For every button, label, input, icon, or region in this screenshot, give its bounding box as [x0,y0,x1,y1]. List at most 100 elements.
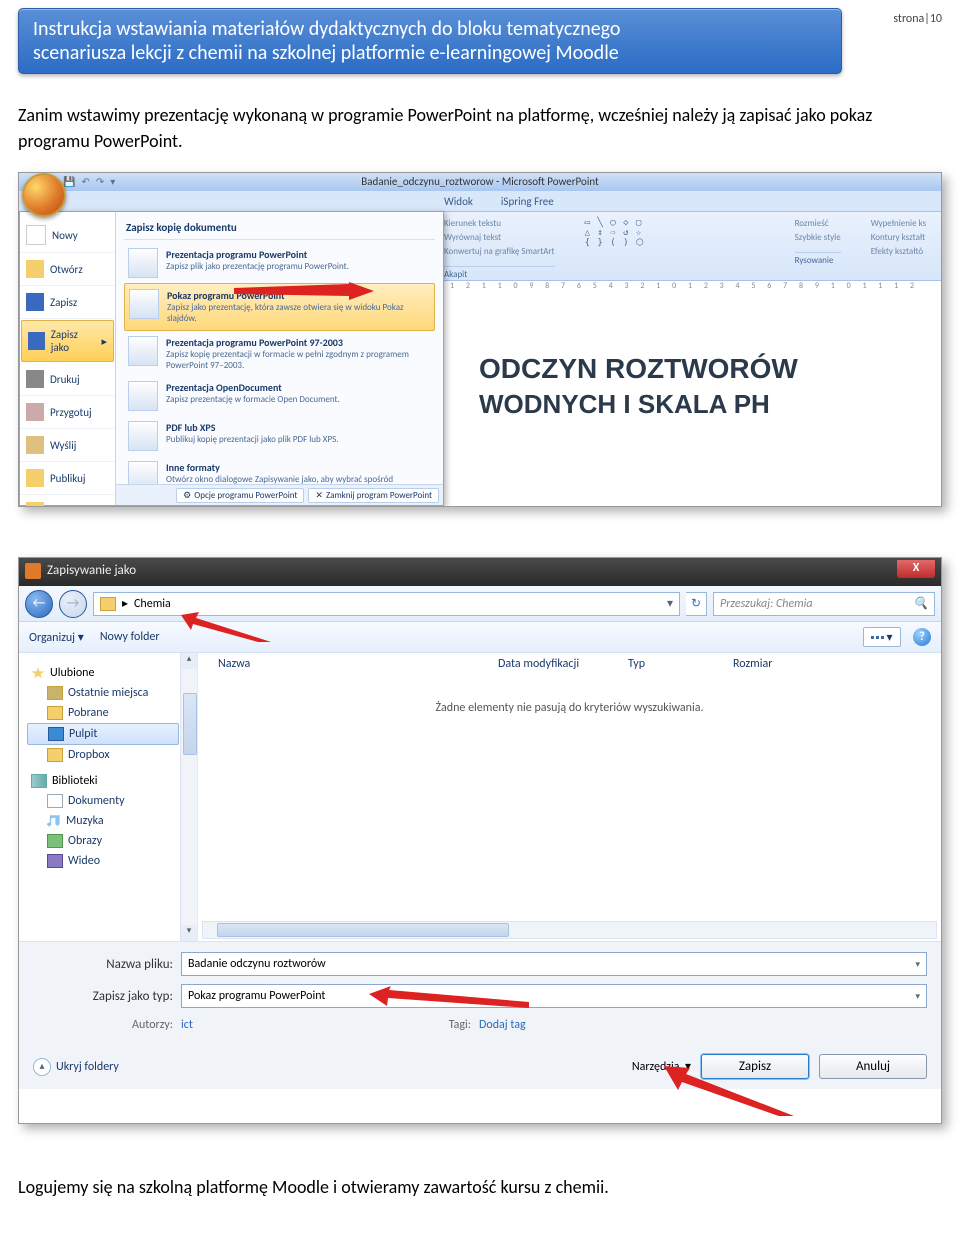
ribbon-kontury[interactable]: Kontury kształt [871,232,926,243]
menu-otworz[interactable]: Otwórz [20,253,115,286]
breadcrumb-current[interactable]: Chemia [134,597,171,611]
nav-bar: ← → ▸ Chemia ▾ ↻ Przeszukaj: Chemia 🔍 [19,586,941,622]
authors-value[interactable]: ict [181,1018,421,1032]
ribbon-konwertuj[interactable]: Konwertuj na grafikę SmartArt [444,246,555,257]
ribbon-szybkie[interactable]: Szybkie style [795,232,841,243]
ribbon-rozmiesc[interactable]: Rozmieść [795,218,841,229]
powerpoint-options-button[interactable]: ⚙ Opcje programu PowerPoint [176,488,304,503]
horizontal-scrollbar[interactable] [202,921,937,939]
save-option-presentation[interactable]: Prezentacja programu PowerPointZapisz pl… [124,243,435,283]
menu-zapisz[interactable]: Zapisz [20,286,115,319]
intro-paragraph: Zanim wstawimy prezentację wykonaną w pr… [18,102,942,154]
menu-drukuj[interactable]: Drukuj [20,363,115,396]
refresh-button[interactable]: ↻ [686,592,707,616]
col-date[interactable]: Data modyfikacji [498,657,628,671]
filetype-select[interactable]: Pokaz programu PowerPoint▾ [181,984,927,1008]
tree-dropbox[interactable]: Dropbox [27,745,197,765]
empty-folder-text: Żadne elementy nie pasują do kryteriów w… [198,675,941,715]
menu-zamknij[interactable]: Zamknij [20,495,115,507]
tree-pictures[interactable]: Obrazy [27,831,197,851]
tree-music[interactable]: Muzyka [27,811,197,831]
exit-powerpoint-button[interactable]: ✕ Zamknij program PowerPoint [308,488,439,503]
menu-wyslij[interactable]: Wyślij [20,429,115,462]
slide-title-2: WODNYCH I SKALA PH [479,389,921,420]
tags-label: Tagi: [421,1018,479,1032]
organize-menu[interactable]: Organizuj ▾ [29,630,84,645]
page-number: strona|10 [862,8,942,26]
window-title: Badanie_odczynu_roztworow - Microsoft Po… [361,175,598,188]
dialog-titlebar: Zapisywanie jako X [19,558,941,586]
address-bar[interactable]: ▸ Chemia ▾ [93,592,680,616]
save-option-pdf[interactable]: PDF lub XPSPublikuj kopię prezentacji ja… [124,416,435,456]
new-folder-button[interactable]: Nowy folder [100,630,160,645]
filetype-label: Zapisz jako typ: [33,989,181,1004]
search-input[interactable]: Przeszukaj: Chemia 🔍 [713,592,935,616]
office-menu: Nowy Otwórz Zapisz Zapisz jako ▸ Drukuj … [19,211,444,506]
back-button[interactable]: ← [25,590,53,618]
tree-scrollbar[interactable]: ▴▾ [180,653,197,941]
ribbon-group-akapit: Akapit [444,266,555,280]
ribbon-kierunek[interactable]: Kierunek tekstu [444,218,555,229]
view-button[interactable]: ▾ [863,627,901,647]
ribbon-wyrownaj[interactable]: Wyrównaj tekst [444,232,555,243]
save-form: Nazwa pliku: Badanie odczynu roztworów▾ … [19,941,941,1044]
menu-publikuj[interactable]: Publikuj [20,462,115,495]
forward-button[interactable]: → [59,590,87,618]
authors-label: Autorzy: [33,1018,181,1032]
hide-folders-button[interactable]: ▴Ukryj foldery [33,1058,119,1076]
tree-video[interactable]: Wideo [27,851,197,871]
col-size[interactable]: Rozmiar [733,657,803,671]
outro-paragraph: Logujemy się na szkolną platformę Moodle… [18,1174,942,1200]
refresh-icon: ↻ [691,596,701,611]
title-banner: Instrukcja wstawiania materiałów dydakty… [18,8,842,74]
tab-widok[interactable]: Widok [444,195,473,208]
save-option-odp[interactable]: Prezentacja OpenDocumentZapisz prezentac… [124,376,435,416]
screenshot-saveas-dialog: Zapisywanie jako X ← → ▸ Chemia ▾ ↻ Prze… [18,557,942,1124]
tree-recent[interactable]: Ostatnie miejsca [27,683,197,703]
office-menu-footer: ⚙ Opcje programu PowerPoint ✕ Zamknij pr… [116,484,443,505]
nav-tree[interactable]: ▴▾ Ulubione Ostatnie miejsca Pobrane Pul… [19,653,198,941]
tags-value[interactable]: Dodaj tag [479,1018,719,1032]
ribbon-efekty[interactable]: Efekty kształtó [871,246,926,257]
col-name[interactable]: Nazwa [208,657,498,671]
filename-label: Nazwa pliku: [33,957,181,972]
office-menu-left: Nowy Otwórz Zapisz Zapisz jako ▸ Drukuj … [20,212,116,505]
menu-przygotuj[interactable]: Przygotuj [20,396,115,429]
column-headers[interactable]: Nazwa Data modyfikacji Typ Rozmiar [198,653,941,675]
save-option-97-2003[interactable]: Prezentacja programu PowerPoint 97-2003Z… [124,331,435,377]
slide-canvas: ODCZYN ROZTWORÓW WODNYCH I SKALA PH [444,288,941,506]
save-button[interactable]: Zapisz [701,1054,809,1079]
menu-nowy[interactable]: Nowy [20,218,115,253]
tab-ispring[interactable]: iSpring Free [501,195,554,208]
close-button[interactable]: X [897,560,935,578]
tree-downloads[interactable]: Pobrane [27,703,197,723]
file-list[interactable]: Nazwa Data modyfikacji Typ Rozmiar Żadne… [198,653,941,941]
tree-desktop[interactable]: Pulpit [27,723,179,745]
search-icon: 🔍 [913,596,928,611]
ribbon-wypelnienie[interactable]: Wypełnienie ks [871,218,926,229]
office-menu-right: Zapisz kopię dokumentu Prezentacja progr… [116,212,443,505]
dialog-title: Zapisywanie jako [47,563,136,578]
screenshot-powerpoint: 💾↶↷▾ Badanie_odczynu_roztworow - Microso… [18,172,942,507]
slide-title-1: ODCZYN ROZTWORÓW [479,353,921,385]
tree-favorites[interactable]: Ulubione [27,663,197,683]
quick-access-toolbar[interactable]: 💾↶↷▾ [63,173,115,191]
menu-zapisz-jako[interactable]: Zapisz jako ▸ [21,320,114,362]
ribbon-tabs[interactable]: Widok iSpring Free [19,191,941,212]
window-titlebar: 💾↶↷▾ Badanie_odczynu_roztworow - Microso… [19,173,941,191]
cancel-button[interactable]: Anuluj [819,1054,927,1079]
save-option-show[interactable]: Pokaz programu PowerPointZapisz jako pre… [124,283,435,331]
app-icon [25,563,41,579]
ribbon-group-rysowanie: Rysowanie [795,252,841,266]
title-line1: Instrukcja wstawiania materiałów dydakty… [33,17,827,41]
toolbar: Organizuj ▾ Nowy folder ▾ ? [19,622,941,653]
col-type[interactable]: Typ [628,657,733,671]
title-line2: scenariusza lekcji z chemii na szkolnej … [33,41,827,65]
filename-input[interactable]: Badanie odczynu roztworów▾ [181,952,927,976]
tree-libraries[interactable]: Biblioteki [27,771,197,791]
tree-documents[interactable]: Dokumenty [27,791,197,811]
save-copy-header: Zapisz kopię dokumentu [124,218,435,240]
tools-menu[interactable]: Narzędzia ▾ [632,1059,691,1074]
office-button[interactable] [22,173,66,217]
help-button[interactable]: ? [913,628,931,646]
